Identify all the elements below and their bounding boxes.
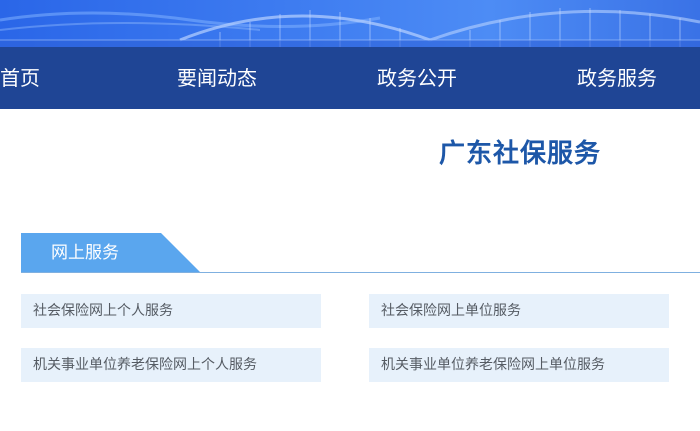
main-navigation: 首页 要闻动态 政务公开 政务服务 bbox=[0, 47, 700, 109]
service-link-pension-employer[interactable]: 机关事业单位养老保险网上单位服务 bbox=[369, 348, 669, 382]
service-link-social-insurance-personal[interactable]: 社会保险网上个人服务 bbox=[21, 294, 321, 328]
tab-label: 网上服务 bbox=[51, 243, 119, 263]
nav-item-news[interactable]: 要闻动态 bbox=[177, 47, 257, 109]
service-link-social-insurance-employer[interactable]: 社会保险网上单位服务 bbox=[369, 294, 669, 328]
nav-item-government-services[interactable]: 政务服务 bbox=[577, 47, 657, 109]
service-link-pension-personal[interactable]: 机关事业单位养老保险网上个人服务 bbox=[21, 348, 321, 382]
page-title: 广东社保服务 bbox=[438, 139, 601, 169]
bridge-skyline-graphic bbox=[0, 8, 700, 47]
nav-item-home[interactable]: 首页 bbox=[0, 47, 40, 109]
nav-item-government-affairs[interactable]: 政务公开 bbox=[377, 47, 457, 109]
header-banner bbox=[0, 0, 700, 47]
section-divider bbox=[21, 272, 700, 273]
tab-online-services[interactable]: 网上服务 bbox=[21, 233, 201, 273]
